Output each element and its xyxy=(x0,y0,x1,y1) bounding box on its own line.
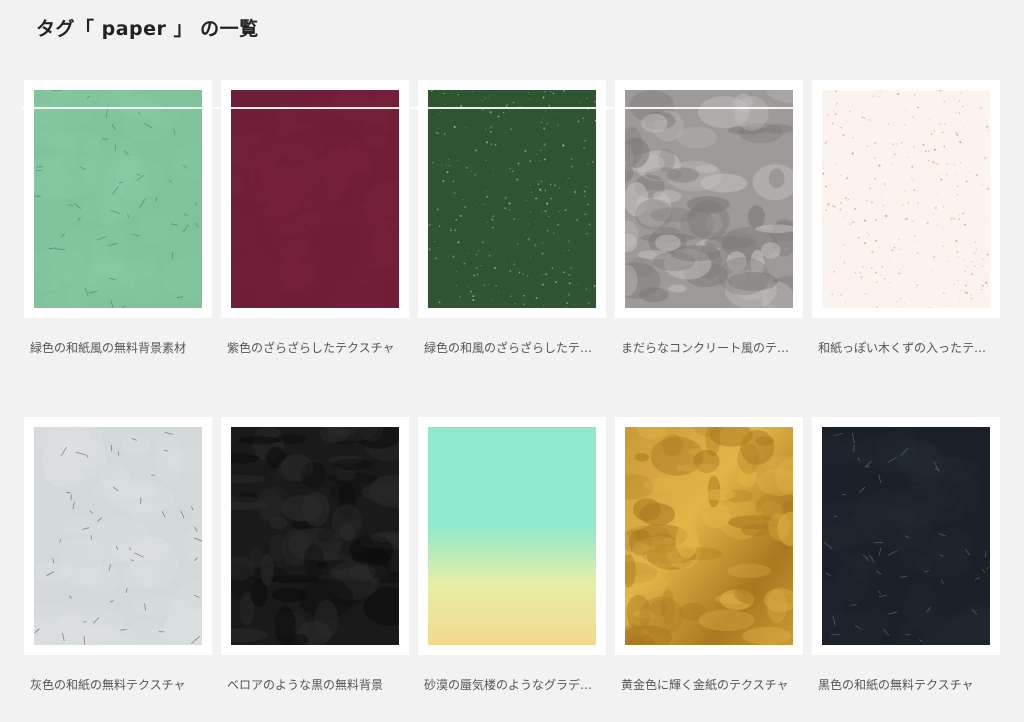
texture-caption[interactable]: 紫色のざらざらしたテクスチャ xyxy=(227,339,397,356)
texture-thumbnail[interactable] xyxy=(231,90,399,308)
thumbnail-frame[interactable] xyxy=(418,80,606,318)
texture-thumbnail[interactable] xyxy=(822,90,990,308)
texture-image xyxy=(34,427,202,645)
texture-image xyxy=(625,427,793,645)
texture-image xyxy=(34,90,202,308)
texture-card[interactable]: 砂漠の蜃気楼のようなグラデーション xyxy=(418,417,614,692)
texture-caption[interactable]: 緑色の和風のざらざらしたテクスチャ xyxy=(424,339,594,356)
texture-image xyxy=(428,427,596,645)
texture-image xyxy=(625,90,793,308)
texture-thumbnail[interactable] xyxy=(428,427,596,645)
texture-image xyxy=(428,90,596,308)
texture-thumbnail[interactable] xyxy=(625,427,793,645)
texture-card[interactable]: まだらなコンクリート風のテクスチャ xyxy=(615,80,811,355)
texture-card[interactable]: 灰色の和紙の無料テクスチャ xyxy=(24,417,220,692)
texture-caption[interactable]: まだらなコンクリート風のテクスチャ xyxy=(621,339,791,356)
texture-caption[interactable]: 緑色の和紙風の無料背景素材 xyxy=(30,339,200,356)
texture-card[interactable]: ベロアのような黒の無料背景 xyxy=(221,417,417,692)
texture-caption[interactable]: 黒色の和紙の無料テクスチャ xyxy=(818,676,988,693)
texture-thumbnail[interactable] xyxy=(34,90,202,308)
texture-image xyxy=(822,427,990,645)
texture-thumbnail[interactable] xyxy=(34,427,202,645)
texture-card[interactable]: 黒色の和紙の無料テクスチャ xyxy=(812,417,1008,692)
thumbnail-frame[interactable] xyxy=(221,80,409,318)
texture-image xyxy=(231,90,399,308)
texture-image xyxy=(231,427,399,645)
texture-caption[interactable]: 砂漠の蜃気楼のようなグラデーション xyxy=(424,676,594,693)
texture-card[interactable]: 紫色のざらざらしたテクスチャ xyxy=(221,80,417,355)
tag-list-page: タグ「 paper 」 の一覧 緑色の和紙風の無料背景素材 紫色のざらざらしたテク… xyxy=(0,0,1024,722)
thumbnail-frame[interactable] xyxy=(221,417,409,655)
texture-caption[interactable]: 和紙っぽい木くずの入ったテクスチャ xyxy=(818,339,988,356)
thumbnail-frame[interactable] xyxy=(615,80,803,318)
texture-thumbnail[interactable] xyxy=(625,90,793,308)
texture-card[interactable]: 黄金色に輝く金紙のテクスチャ xyxy=(615,417,811,692)
texture-thumbnail[interactable] xyxy=(428,90,596,308)
texture-card[interactable]: 緑色の和風のざらざらしたテクスチャ xyxy=(418,80,614,355)
page-title: タグ「 paper 」 の一覧 xyxy=(36,18,259,40)
thumbnail-frame[interactable] xyxy=(418,417,606,655)
divider-line xyxy=(22,107,796,109)
texture-image xyxy=(822,90,990,308)
texture-card[interactable]: 緑色の和紙風の無料背景素材 xyxy=(24,80,220,355)
texture-thumbnail[interactable] xyxy=(822,427,990,645)
texture-caption[interactable]: 黄金色に輝く金紙のテクスチャ xyxy=(621,676,791,693)
texture-caption[interactable]: 灰色の和紙の無料テクスチャ xyxy=(30,676,200,693)
thumbnail-frame[interactable] xyxy=(24,80,212,318)
texture-caption[interactable]: ベロアのような黒の無料背景 xyxy=(227,676,397,693)
texture-thumbnail[interactable] xyxy=(231,427,399,645)
thumbnail-frame[interactable] xyxy=(812,417,1000,655)
texture-card[interactable]: 和紙っぽい木くずの入ったテクスチャ xyxy=(812,80,1008,355)
thumbnail-frame[interactable] xyxy=(24,417,212,655)
thumbnail-frame[interactable] xyxy=(615,417,803,655)
thumbnail-frame[interactable] xyxy=(812,80,1000,318)
